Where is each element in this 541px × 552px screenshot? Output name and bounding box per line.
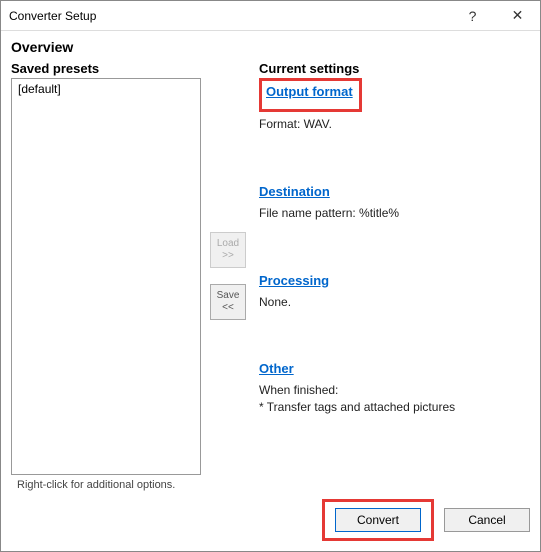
save-label: Save: [211, 290, 245, 302]
other-link[interactable]: Other: [259, 361, 294, 376]
saved-presets-heading: Saved presets: [11, 61, 201, 78]
close-icon: ✕: [512, 7, 524, 24]
close-button[interactable]: ✕: [495, 1, 540, 31]
dialog-footer: Convert Cancel: [11, 491, 530, 541]
load-label: Load: [211, 238, 245, 250]
other-line1: When finished:: [259, 382, 530, 399]
list-item[interactable]: [default]: [14, 81, 198, 97]
destination-detail: File name pattern: %title%: [259, 205, 530, 222]
save-arrows-icon: <<: [211, 302, 245, 314]
title-bar: Converter Setup ? ✕: [1, 1, 540, 31]
cancel-label: Cancel: [468, 513, 505, 527]
highlight-convert: Convert: [322, 499, 434, 541]
load-preset-button[interactable]: Load >>: [210, 232, 246, 268]
save-preset-button[interactable]: Save <<: [210, 284, 246, 320]
output-format-detail: Format: WAV.: [259, 116, 530, 133]
highlight-output-format: Output format: [259, 78, 362, 112]
load-arrows-icon: >>: [211, 250, 245, 262]
convert-label: Convert: [357, 513, 399, 527]
window-title: Converter Setup: [9, 9, 450, 23]
processing-detail: None.: [259, 294, 530, 311]
cancel-button[interactable]: Cancel: [444, 508, 530, 532]
other-line2: * Transfer tags and attached pictures: [259, 399, 530, 416]
help-button[interactable]: ?: [450, 1, 495, 31]
overview-heading: Overview: [11, 37, 530, 61]
help-icon: ?: [469, 8, 477, 24]
destination-link[interactable]: Destination: [259, 184, 330, 199]
processing-link[interactable]: Processing: [259, 273, 329, 288]
output-format-block: Output format Format: WAV.: [259, 78, 530, 133]
other-block: Other When finished: * Transfer tags and…: [259, 360, 530, 416]
current-settings-heading: Current settings: [259, 61, 530, 78]
presets-hint: Right-click for additional options.: [11, 475, 201, 491]
output-format-link[interactable]: Output format: [266, 84, 353, 99]
destination-block: Destination File name pattern: %title%: [259, 183, 530, 222]
processing-block: Processing None.: [259, 272, 530, 311]
convert-button[interactable]: Convert: [335, 508, 421, 532]
presets-listbox[interactable]: [default]: [11, 78, 201, 475]
